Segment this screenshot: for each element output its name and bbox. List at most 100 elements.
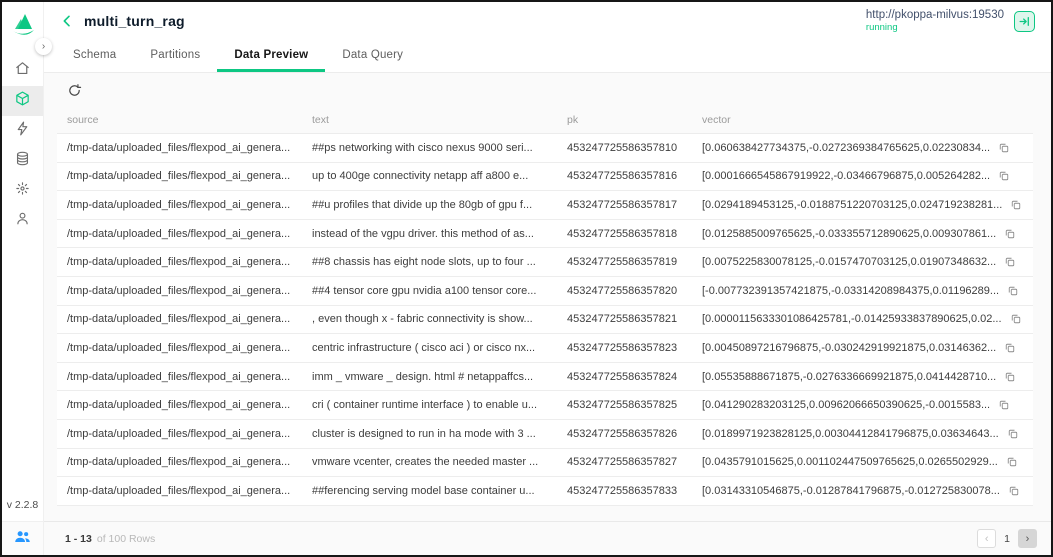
cell-pk: 453247725586357824 bbox=[567, 370, 678, 383]
tab-data-query[interactable]: Data Query bbox=[325, 40, 420, 72]
cell-pk: 453247725586357819 bbox=[567, 256, 678, 269]
cell-vector: [-0.007732391357421875,-0.03314208984375… bbox=[692, 285, 1033, 297]
table-row[interactable]: /tmp-data/uploaded_files/flexpod_ai_gene… bbox=[57, 219, 1033, 249]
cell-text: , even though x - fabric connectivity is… bbox=[312, 313, 533, 326]
vector-value: [0.00450897216796875,-0.030242919921875,… bbox=[702, 341, 997, 354]
cell-pk: 453247725586357826 bbox=[567, 427, 678, 440]
tab-schema[interactable]: Schema bbox=[56, 40, 133, 72]
cell-text: instead of the vgpu driver. this method … bbox=[312, 227, 534, 240]
prev-page-button[interactable]: ‹ bbox=[977, 529, 997, 548]
attu-logo-icon bbox=[9, 12, 37, 40]
cell-pk: 453247725586357818 bbox=[567, 227, 678, 240]
sidebar-item-home[interactable] bbox=[2, 56, 43, 86]
refresh-button[interactable] bbox=[65, 81, 83, 99]
vector-value: [0.0294189453125,-0.0188751220703125,0.0… bbox=[702, 198, 1003, 211]
copy-icon[interactable] bbox=[1008, 485, 1020, 497]
cell-pk: 453247725586357820 bbox=[567, 284, 678, 297]
preview-toolbar bbox=[44, 73, 1051, 107]
cell-vector: [0.00450897216796875,-0.030242919921875,… bbox=[692, 342, 1033, 354]
cell-vector: [0.0001666545867919922,-0.03466796875,0.… bbox=[692, 170, 1033, 182]
table-row[interactable]: /tmp-data/uploaded_files/flexpod_ai_gene… bbox=[57, 334, 1033, 363]
cell-source: /tmp-data/uploaded_files/flexpod_ai_gene… bbox=[67, 399, 291, 412]
vector-value: [0.0075225830078125,-0.0157470703125,0.0… bbox=[702, 256, 997, 269]
copy-icon[interactable] bbox=[1007, 285, 1019, 297]
cell-source: /tmp-data/uploaded_files/flexpod_ai_gene… bbox=[67, 341, 291, 354]
cell-source: /tmp-data/uploaded_files/flexpod_ai_gene… bbox=[67, 256, 291, 269]
table-row[interactable]: /tmp-data/uploaded_files/flexpod_ai_gene… bbox=[57, 248, 1033, 277]
cell-text: cluster is designed to run in ha mode wi… bbox=[312, 427, 536, 440]
back-button[interactable] bbox=[58, 12, 76, 30]
vector-value: [0.0125885009765625,-0.033355712890625,0… bbox=[702, 227, 997, 240]
cell-pk: 453247725586357833 bbox=[567, 484, 678, 497]
community-button[interactable] bbox=[2, 521, 43, 555]
column-header-source: source bbox=[67, 114, 99, 126]
cell-source: /tmp-data/uploaded_files/flexpod_ai_gene… bbox=[67, 427, 291, 440]
sidebar-item-data[interactable] bbox=[2, 146, 43, 176]
cell-text: ##u profiles that divide up the 80gb of … bbox=[312, 198, 533, 211]
sidebar-collapse-toggle[interactable]: › bbox=[35, 38, 52, 55]
cell-pk: 453247725586357823 bbox=[567, 341, 678, 354]
cell-pk: 453247725586357827 bbox=[567, 456, 678, 469]
copy-icon[interactable] bbox=[1004, 256, 1016, 268]
copy-icon[interactable] bbox=[1006, 456, 1018, 468]
column-header-pk: pk bbox=[567, 114, 579, 126]
sidebar-item-system[interactable] bbox=[2, 176, 43, 206]
chevron-right-icon: › bbox=[1025, 532, 1030, 545]
table-row[interactable]: /tmp-data/uploaded_files/flexpod_ai_gene… bbox=[57, 419, 1033, 449]
next-page-button[interactable]: › bbox=[1018, 529, 1037, 548]
cell-vector: [0.0075225830078125,-0.0157470703125,0.0… bbox=[692, 256, 1033, 268]
table-body: /tmp-data/uploaded_files/flexpod_ai_gene… bbox=[57, 134, 1033, 506]
table-row[interactable]: /tmp-data/uploaded_files/flexpod_ai_gene… bbox=[57, 305, 1033, 335]
table-row[interactable]: /tmp-data/uploaded_files/flexpod_ai_gene… bbox=[57, 391, 1033, 420]
cell-vector: [0.0125885009765625,-0.033355712890625,0… bbox=[692, 228, 1033, 240]
copy-icon[interactable] bbox=[1007, 428, 1019, 440]
cell-vector: [0.0435791015625,0.001102447509765625,0.… bbox=[692, 456, 1033, 468]
copy-icon[interactable] bbox=[998, 142, 1010, 154]
table-row[interactable]: /tmp-data/uploaded_files/flexpod_ai_gene… bbox=[57, 448, 1033, 478]
home-icon bbox=[14, 60, 31, 82]
connection-info: http://pkoppa-milvus:19530 running bbox=[866, 8, 1004, 34]
table-row[interactable]: /tmp-data/uploaded_files/flexpod_ai_gene… bbox=[57, 134, 1033, 163]
database-stack-icon bbox=[14, 150, 31, 172]
data-preview-table: source text pk vector /tmp-data/uploaded… bbox=[44, 107, 1051, 521]
table-row[interactable]: /tmp-data/uploaded_files/flexpod_ai_gene… bbox=[57, 162, 1033, 192]
pager: ‹ 1 › bbox=[977, 529, 1037, 548]
sidebar-item-user[interactable] bbox=[2, 206, 43, 236]
cell-source: /tmp-data/uploaded_files/flexpod_ai_gene… bbox=[67, 370, 291, 383]
cell-source: /tmp-data/uploaded_files/flexpod_ai_gene… bbox=[67, 198, 291, 211]
cell-pk: 453247725586357821 bbox=[567, 313, 678, 326]
cell-vector: [0.0000115633301086425781,-0.01425933837… bbox=[692, 313, 1033, 325]
row-total: of 100 Rows bbox=[96, 532, 156, 545]
attu-app-window: › v 2.2.8 multi_turn_rag http://pkoppa-m… bbox=[0, 0, 1053, 557]
table-row[interactable]: /tmp-data/uploaded_files/flexpod_ai_gene… bbox=[57, 276, 1033, 306]
table-row[interactable]: /tmp-data/uploaded_files/flexpod_ai_gene… bbox=[57, 191, 1033, 220]
cell-source: /tmp-data/uploaded_files/flexpod_ai_gene… bbox=[67, 313, 291, 326]
copy-icon[interactable] bbox=[1010, 313, 1022, 325]
copy-icon[interactable] bbox=[1010, 199, 1022, 211]
tab-partitions[interactable]: Partitions bbox=[133, 40, 217, 72]
connection-block: http://pkoppa-milvus:19530 running bbox=[866, 8, 1035, 34]
disconnect-button[interactable] bbox=[1014, 10, 1035, 32]
sidebar-item-database[interactable] bbox=[2, 86, 43, 116]
table-row[interactable]: /tmp-data/uploaded_files/flexpod_ai_gene… bbox=[57, 362, 1033, 392]
connection-status: running bbox=[865, 22, 898, 34]
tab-data-preview[interactable]: Data Preview bbox=[217, 40, 326, 72]
topbar: multi_turn_rag http://pkoppa-milvus:1953… bbox=[44, 2, 1051, 40]
copy-icon[interactable] bbox=[998, 170, 1010, 182]
cell-vector: [0.05535888671875,-0.0276336669921875,0.… bbox=[692, 371, 1033, 383]
chevron-left-icon: ‹ bbox=[984, 532, 989, 545]
cell-text: vmware vcenter, creates the needed maste… bbox=[312, 456, 539, 469]
sidebar-item-search[interactable] bbox=[2, 116, 43, 146]
cell-source: /tmp-data/uploaded_files/flexpod_ai_gene… bbox=[67, 484, 291, 497]
copy-icon[interactable] bbox=[1004, 371, 1016, 383]
table-row[interactable]: /tmp-data/uploaded_files/flexpod_ai_gene… bbox=[57, 477, 1033, 506]
cell-vector: [0.0294189453125,-0.0188751220703125,0.0… bbox=[692, 199, 1033, 211]
cell-text: centric infrastructure ( cisco aci ) or … bbox=[312, 341, 536, 354]
cell-text: cri ( container runtime interface ) to e… bbox=[312, 399, 537, 412]
cell-source: /tmp-data/uploaded_files/flexpod_ai_gene… bbox=[67, 227, 291, 240]
main-content: multi_turn_rag http://pkoppa-milvus:1953… bbox=[44, 2, 1051, 555]
copy-icon[interactable] bbox=[1004, 228, 1016, 240]
cell-vector: [0.03143310546875,-0.01287841796875,-0.0… bbox=[692, 485, 1033, 497]
copy-icon[interactable] bbox=[998, 399, 1010, 411]
copy-icon[interactable] bbox=[1004, 342, 1016, 354]
